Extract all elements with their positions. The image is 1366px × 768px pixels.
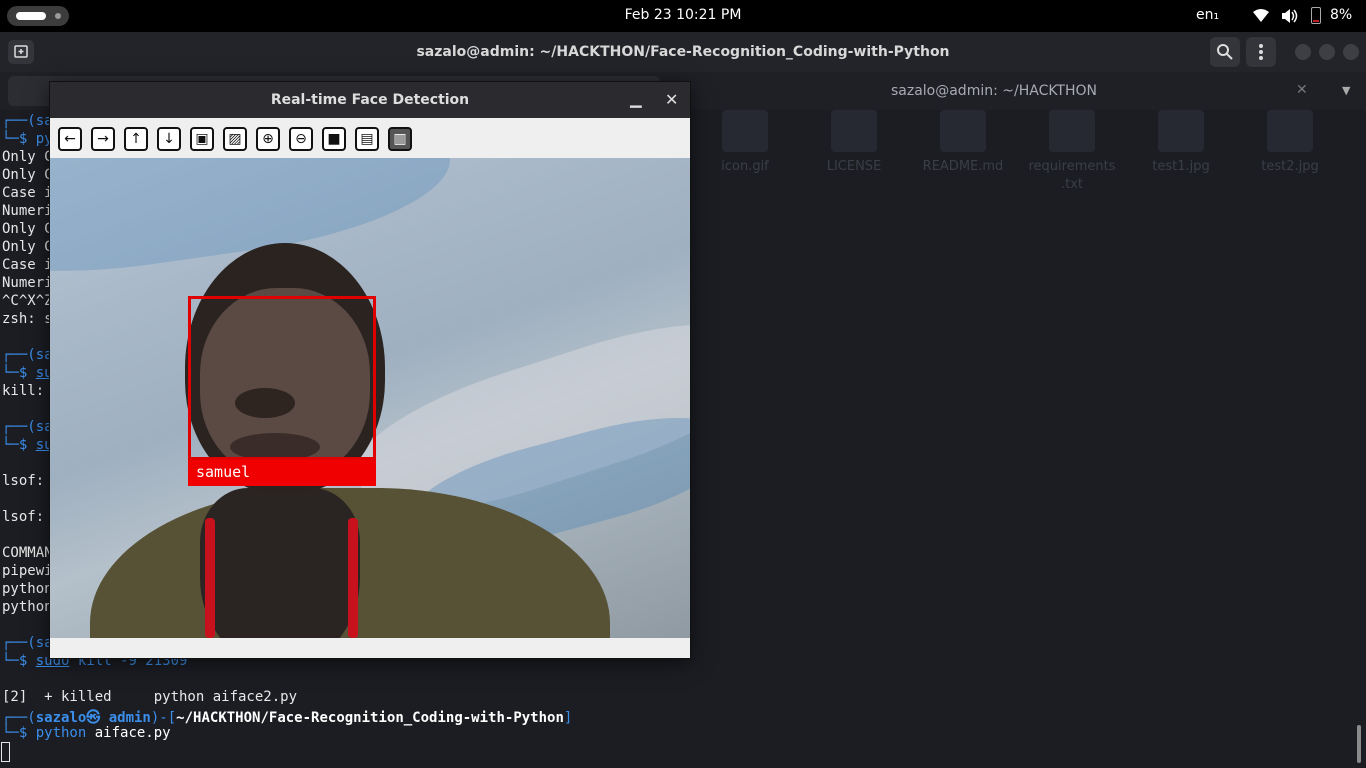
terminal-line: [2] + killed python aiface2.py <box>2 689 298 705</box>
arrow-up-icon[interactable]: ↑ <box>124 127 148 151</box>
clipboard-icon[interactable]: ▤ <box>355 127 379 151</box>
tab-dropdown-icon[interactable]: ▼ <box>1342 84 1350 97</box>
terminal-line: ^C^X^Z <box>2 293 53 309</box>
prompt-bracket: ┌──( <box>2 710 36 726</box>
status-bar <box>50 638 690 658</box>
desktop-file[interactable]: test1.jpg <box>1136 110 1226 176</box>
face-window-title: Real-time Face Detection <box>270 92 470 108</box>
file-icon <box>1049 110 1095 152</box>
maximize-button[interactable] <box>1319 44 1335 60</box>
face-detection-window: Real-time Face Detection ▁ ✕ ← → ↑ ↓ ▣ ▨… <box>50 82 690 658</box>
terminal-line: ┌──(sa <box>2 347 53 363</box>
terminal-prompt: └─$ <box>2 365 36 381</box>
terminal-line: Only C <box>2 167 53 183</box>
terminal-line: Case i <box>2 185 53 201</box>
kebab-menu-icon <box>1259 44 1263 60</box>
terminal-line: python <box>2 581 53 597</box>
battery-level <box>1313 20 1319 22</box>
person-collar <box>348 518 358 638</box>
terminal-line: Only C <box>2 239 53 255</box>
tab-close-icon[interactable]: ✕ <box>1296 82 1308 98</box>
terminal-line: kill: <box>2 383 53 399</box>
keyboard-layout-indicator[interactable]: en₁ <box>1196 7 1219 23</box>
search-icon <box>1217 44 1233 60</box>
save-icon[interactable]: ■ <box>322 127 346 151</box>
terminal-line: Case i <box>2 257 53 273</box>
terminal-line: └─$ py <box>2 131 53 147</box>
terminal-line: ┌──(sa <box>2 635 53 651</box>
camera-feed: samuel <box>50 158 690 638</box>
terminal-line: python <box>2 599 53 615</box>
terminal-line: ┌──(sazalo㉿ admin)-[~/HACKTHON/Face-Reco… <box>2 707 572 727</box>
terminal-line: lsof: <box>2 473 53 489</box>
desktop-file[interactable]: icon.gif <box>700 110 790 176</box>
terminal-line: ┌──(sa <box>2 419 53 435</box>
desktop-file[interactable]: README.md <box>918 110 1008 176</box>
terminal-line: pipewi <box>2 563 53 579</box>
arrow-down-icon[interactable]: ↓ <box>157 127 181 151</box>
minimize-button[interactable] <box>1295 44 1311 60</box>
terminal-cursor <box>1 742 10 762</box>
close-icon[interactable]: ✕ <box>665 90 678 109</box>
battery-icon[interactable] <box>1311 7 1321 24</box>
prompt-user: sazalo㉿ admin <box>35 710 151 726</box>
desktop-file[interactable]: test2.jpg <box>1245 110 1335 176</box>
terminal-line: COMMAN <box>2 545 53 561</box>
image-properties-icon[interactable]: ▨ <box>223 127 247 151</box>
wifi-icon[interactable] <box>1253 8 1269 24</box>
terminal-line: └─$ su <box>2 437 53 453</box>
desktop-file[interactable]: LICENSE <box>809 110 899 176</box>
close-button[interactable] <box>1343 44 1359 60</box>
image-icon[interactable]: ▣ <box>190 127 214 151</box>
terminal-line: ┌──(sa <box>2 113 53 129</box>
minimize-icon[interactable]: ▁ <box>630 90 642 108</box>
terminal-command: python <box>35 725 87 741</box>
image-thumbnail <box>1267 110 1313 152</box>
terminal-line: Numeri <box>2 203 53 219</box>
terminal-line: Numeri <box>2 275 53 291</box>
terminal-line: └─$ su <box>2 365 53 381</box>
search-button[interactable] <box>1210 37 1240 67</box>
terminal-prompt: └─$ <box>2 653 36 669</box>
terminal-line: Only C <box>2 149 53 165</box>
terminal-prompt: └─$ <box>2 437 36 453</box>
arrow-right-icon[interactable]: → <box>91 127 115 151</box>
terminal-line: zsh: s <box>2 311 53 327</box>
terminal-args: aiface.py <box>86 725 171 741</box>
desktop-file[interactable]: requirements .txt <box>1027 110 1117 194</box>
terminal-line: └─$ python aiface.py <box>2 725 171 741</box>
terminal-scrollbar[interactable] <box>1357 725 1361 763</box>
person-neck <box>200 488 360 638</box>
prompt-path: ~/HACKTHON/Face-Recognition_Coding-with-… <box>176 710 564 726</box>
zoom-in-icon[interactable]: ⊕ <box>256 127 280 151</box>
image-thumbnail <box>1158 110 1204 152</box>
terminal-prompt: └─$ <box>2 725 36 741</box>
prompt-bracket: )-[ <box>150 710 177 726</box>
person-collar <box>205 518 215 638</box>
prompt-bracket: ] <box>563 710 573 726</box>
terminal-title: sazalo@admin: ~/HACKTHON/Face-Recognitio… <box>416 44 950 60</box>
face-label: samuel <box>196 463 251 481</box>
file-icon <box>831 110 877 152</box>
file-icon <box>722 110 768 152</box>
terminal-line: lsof: <box>2 509 53 525</box>
face-bounding-box <box>188 296 376 460</box>
properties-icon[interactable]: ▥ <box>388 127 412 151</box>
battery-percentage: 8% <box>1330 7 1353 23</box>
zoom-out-icon[interactable]: ⊖ <box>289 127 313 151</box>
clock[interactable]: Feb 23 10:21 PM <box>0 7 1366 23</box>
arrow-left-icon[interactable]: ← <box>58 127 82 151</box>
tab-label[interactable]: sazalo@admin: ~/HACKTHON <box>690 83 1298 99</box>
file-icon <box>940 110 986 152</box>
terminal-line: Only C <box>2 221 53 237</box>
menu-button[interactable] <box>1246 37 1276 67</box>
volume-icon[interactable] <box>1281 8 1299 24</box>
